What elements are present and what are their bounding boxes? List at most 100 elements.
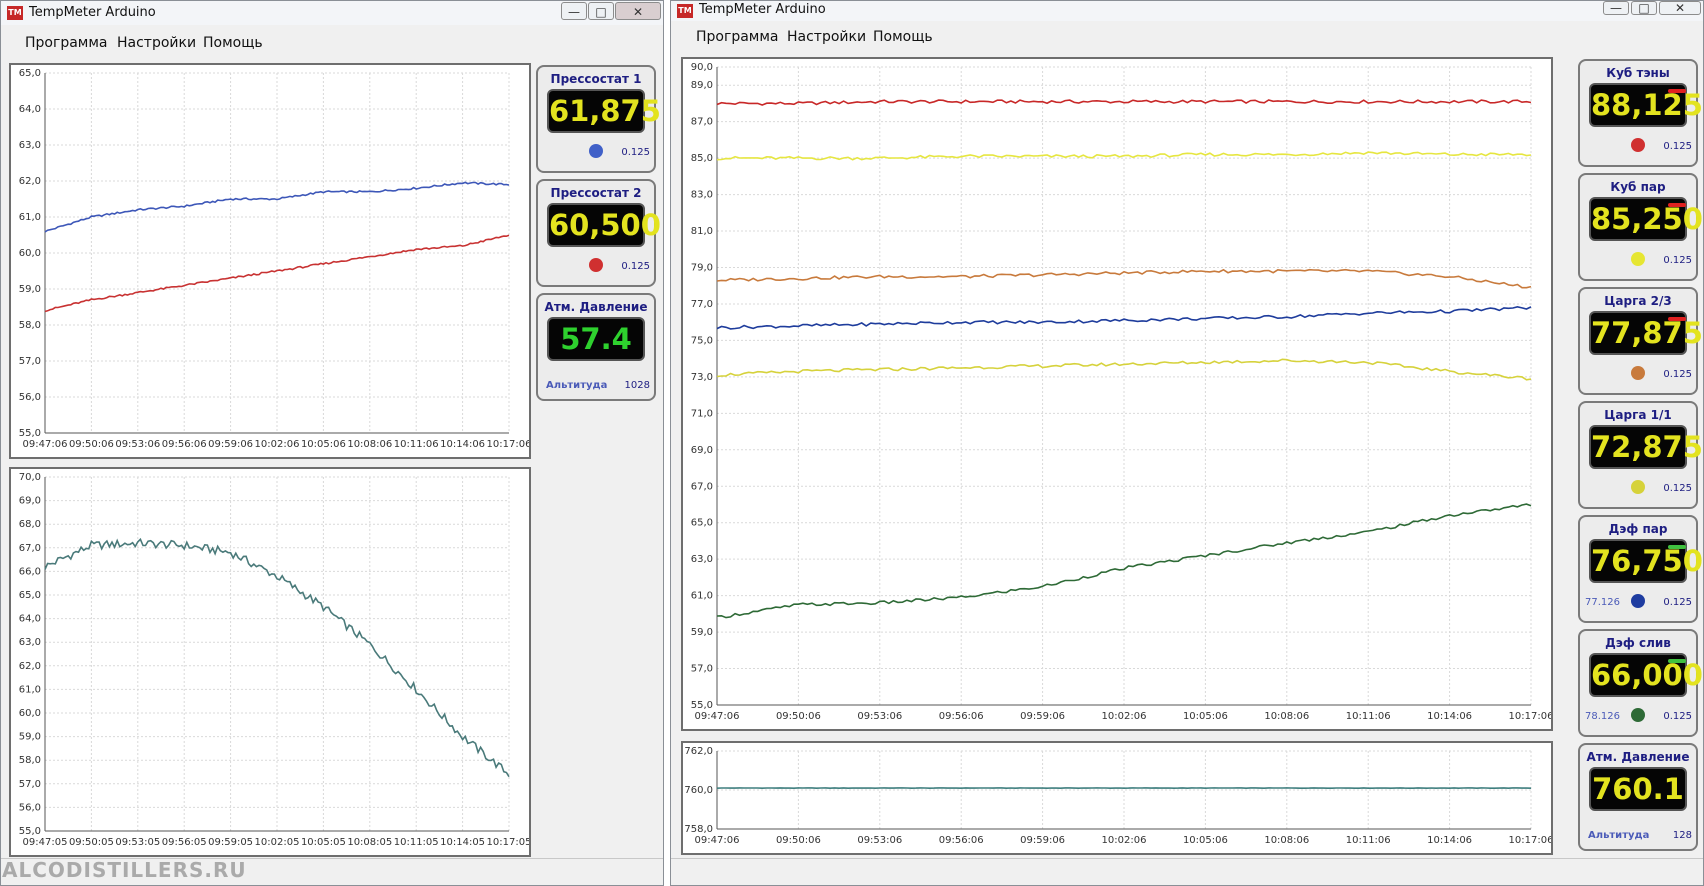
indicator-dot-icon	[1631, 366, 1645, 380]
altitude-label: Альтитуда	[1588, 830, 1650, 841]
gauge-step: 0.125	[1663, 141, 1692, 152]
chart-temperatures: 55,0 57,0 59,0 61,0 63,0 65,0 67,0 69,0 71,0 73,0…	[681, 57, 1553, 731]
gauge-value: 57.4	[560, 322, 632, 356]
x-tick-label: 10:02:05	[255, 837, 300, 848]
y-tick-label: 63,0	[19, 637, 41, 648]
app-icon: TM	[7, 6, 23, 20]
maximize-icon[interactable]: □	[1631, 1, 1657, 15]
y-tick-label: 71,0	[691, 408, 713, 419]
y-tick-label: 75,0	[691, 335, 713, 346]
minimize-icon[interactable]: —	[561, 2, 587, 20]
gauge-kub-par: Куб пар 85,250 0.125	[1578, 173, 1703, 281]
gauge-value: 76,750	[1591, 544, 1703, 578]
y-tick-label: 762,0	[684, 746, 713, 757]
series-line	[716, 151, 1532, 161]
y-tick-label: 55,0	[19, 428, 41, 439]
y-tick-label: 68,0	[19, 519, 41, 530]
left-window: TM TempMeter Arduino — □ ✕ Программа Нас…	[0, 0, 664, 886]
y-tick-label: 61,0	[691, 591, 713, 602]
x-tick-label: 09:59:06	[208, 439, 253, 450]
x-tick-label: 09:50:06	[69, 439, 114, 450]
y-tick-label: 61,0	[19, 684, 41, 695]
chart-atm-svg: 758,0 760,0 762,0 09:47:06 09:50:06 09:53:06 0…	[684, 746, 1551, 846]
x-tick-label: 10:08:06	[1264, 835, 1309, 846]
x-tick-label: 09:59:05	[208, 837, 253, 848]
x-tick-label: 09:47:06	[695, 711, 740, 722]
y-tick-label: 77,0	[691, 299, 713, 310]
close-icon[interactable]: ✕	[615, 2, 661, 20]
x-tick-label: 10:08:06	[347, 439, 392, 450]
y-tick-label: 57,0	[691, 664, 713, 675]
x-tick-label: 10:17:06	[487, 439, 529, 450]
gauge-value: 760.1	[1592, 772, 1684, 806]
x-tick-label: 09:56:05	[162, 837, 207, 848]
x-tick-label: 10:08:06	[1264, 711, 1309, 722]
menu-program[interactable]: Программа	[25, 35, 108, 51]
y-tick-label: 69,0	[19, 496, 41, 507]
gauge-step: 0.125	[1663, 255, 1692, 266]
x-tick-label: 09:47:05	[23, 837, 68, 848]
left-titlebar[interactable]: TM TempMeter Arduino — □ ✕	[1, 1, 663, 25]
y-tick-label: 57,0	[19, 356, 41, 367]
y-tick-label: 65,0	[19, 68, 41, 79]
y-tick-label: 61,0	[19, 212, 41, 223]
x-tick-label: 10:14:05	[440, 837, 485, 848]
y-tick-label: 66,0	[19, 566, 41, 577]
right-window-title: TempMeter Arduino	[699, 2, 826, 17]
x-tick-label: 10:17:06	[1509, 835, 1551, 846]
chart-atm: 758,0 760,0 762,0 09:47:06 09:50:06 09:53:06 0…	[681, 741, 1553, 855]
gauge-value: 60,500	[549, 208, 661, 242]
alarm-flag-icon	[1668, 317, 1686, 321]
close-icon[interactable]: ✕	[1659, 1, 1701, 15]
y-tick-label: 70,0	[19, 472, 41, 483]
y-tick-label: 64,0	[19, 614, 41, 625]
x-tick-label: 10:11:06	[1346, 835, 1391, 846]
menu-program[interactable]: Программа	[696, 29, 779, 45]
x-tick-label: 10:05:06	[1183, 711, 1228, 722]
menu-help[interactable]: Помощь	[873, 29, 933, 45]
gauge-step: 0.125	[1663, 711, 1692, 722]
x-tick-label: 09:53:05	[115, 837, 160, 848]
y-tick-label: 64,0	[19, 104, 41, 115]
x-tick-label: 09:53:06	[115, 439, 160, 450]
y-tick-label: 85,0	[691, 153, 713, 164]
gauge-tsarga-1-1: Царга 1/1 72,875 0.125	[1578, 401, 1703, 509]
gauge-value: 61,875	[549, 94, 661, 128]
menu-help[interactable]: Помощь	[203, 35, 263, 51]
y-tick-label: 63,0	[19, 140, 41, 151]
gauge-title: Куб тэны	[1606, 66, 1670, 80]
gauge-setpoint: 77.126	[1585, 597, 1620, 608]
gauge-title: Куб пар	[1610, 180, 1666, 194]
gauge-title: Царга 2/3	[1604, 294, 1672, 308]
gauge-value: 72,875	[1591, 430, 1703, 464]
gauge-value: 85,250	[1591, 202, 1703, 236]
x-tick-label: 10:05:06	[1183, 835, 1228, 846]
x-tick-label: 09:56:06	[939, 835, 984, 846]
y-tick-label: 56,0	[19, 392, 41, 403]
app-icon: TM	[677, 4, 693, 18]
right-titlebar[interactable]: TM TempMeter Arduino — □ ✕	[671, 1, 1703, 21]
gauge-setpoint: 78.126	[1585, 711, 1620, 722]
x-tick-label: 10:17:05	[487, 837, 529, 848]
indicator-dot-icon	[589, 258, 603, 272]
x-tick-label: 10:14:06	[1427, 711, 1472, 722]
x-tick-label: 09:50:06	[776, 711, 821, 722]
gauge-atm-pressure-right: Атм. Давление 760.1 Альтитуда 128	[1578, 743, 1698, 851]
y-tick-label: 65,0	[19, 590, 41, 601]
chart-pressure-top-svg: 55,0 56,0 57,0 58,0 59,0 60,0 61,0 62,0 63,0 64,0…	[19, 68, 529, 450]
menu-settings[interactable]: Настройки	[787, 29, 866, 45]
watermark: ALCODISTILLERS.RU	[2, 858, 247, 882]
y-tick-label: 57,0	[19, 779, 41, 790]
x-tick-label: 10:11:05	[394, 837, 439, 848]
chart-pressure-top: 55,0 56,0 57,0 58,0 59,0 60,0 61,0 62,0 63,0 64,0…	[9, 63, 531, 459]
y-tick-label: 83,0	[691, 190, 713, 201]
maximize-icon[interactable]: □	[588, 2, 614, 20]
y-tick-label: 62,0	[19, 661, 41, 672]
minimize-icon[interactable]: —	[1603, 1, 1629, 15]
x-tick-label: 09:47:06	[23, 439, 68, 450]
x-tick-label: 10:14:06	[440, 439, 485, 450]
y-tick-label: 60,0	[19, 248, 41, 259]
y-tick-label: 65,0	[691, 518, 713, 529]
menu-settings[interactable]: Настройки	[117, 35, 196, 51]
left-menubar: Программа Настройки Помощь	[1, 27, 663, 57]
